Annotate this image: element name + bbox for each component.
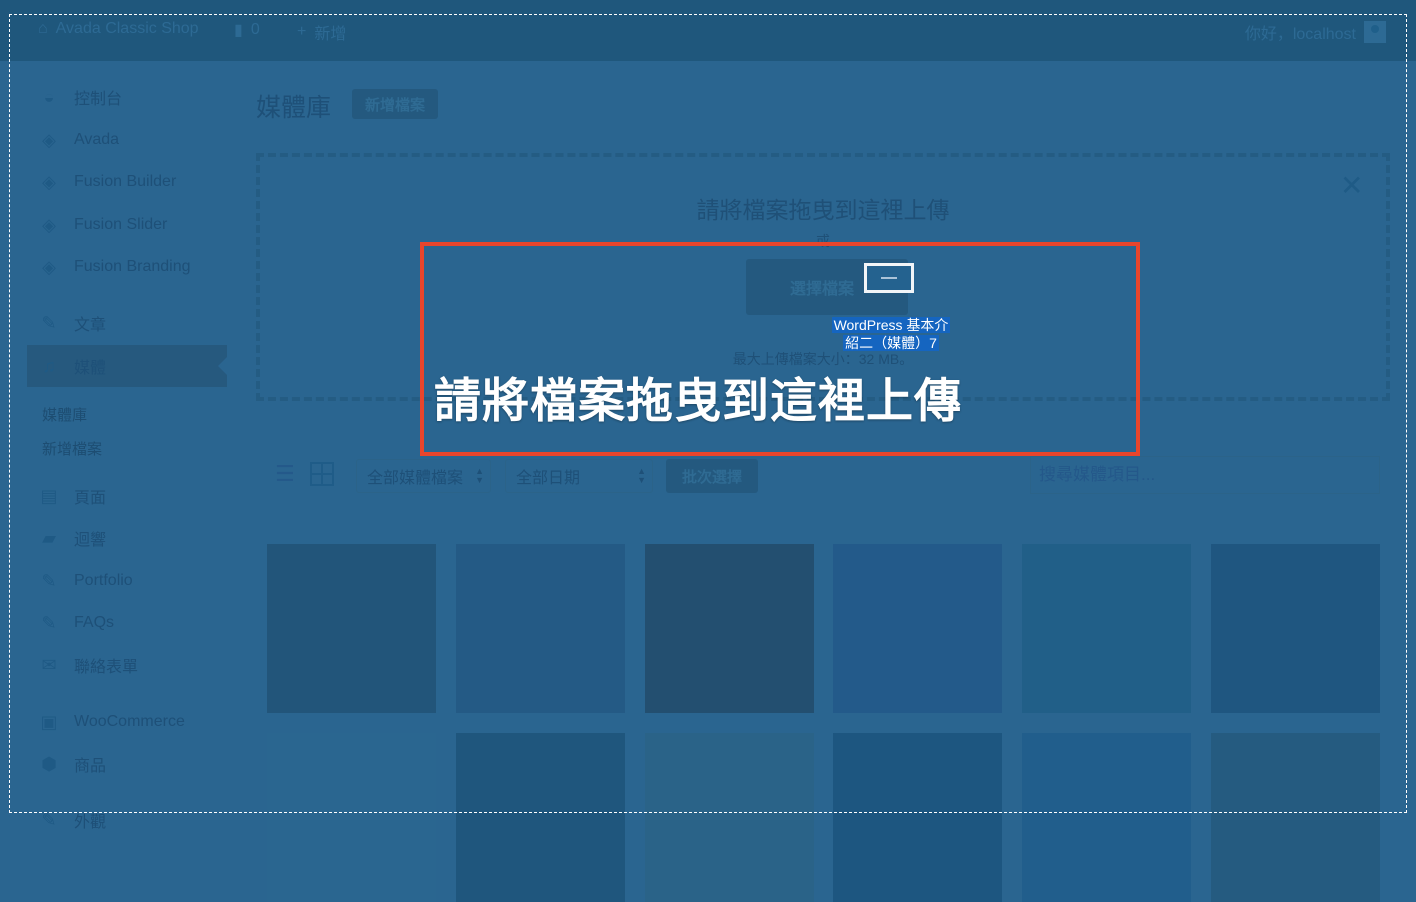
- sidebar-item-label: FAQs: [74, 614, 115, 631]
- sidebar-item-label: 文章: [74, 317, 107, 334]
- media-thumbnail[interactable]: [456, 544, 625, 713]
- pin-icon: ✎: [41, 312, 57, 333]
- comment-count: 0: [250, 21, 260, 38]
- woo-icon: ▣: [40, 711, 58, 732]
- submenu-media-library[interactable]: 媒體庫: [42, 404, 87, 425]
- home-icon: ⌂: [38, 20, 48, 37]
- new-content-link[interactable]: + 新增: [297, 20, 346, 44]
- sidebar-item-label: Portfolio: [74, 572, 133, 589]
- sidebar-item-label: Fusion Builder: [74, 173, 177, 190]
- greeting: 你好，localhost: [1244, 26, 1356, 43]
- sidebar-item-media[interactable]: ♫ 媒體: [38, 351, 106, 381]
- sidebar-item-contact[interactable]: ✉ 聯絡表單: [38, 650, 138, 680]
- sidebar-item-posts[interactable]: ✎ 文章: [38, 308, 106, 338]
- add-new-button[interactable]: 新增檔案: [352, 89, 438, 119]
- media-thumbnail[interactable]: [1211, 733, 1380, 902]
- page-title: 媒體庫: [256, 94, 332, 122]
- comments-link[interactable]: ▮ 0: [234, 20, 260, 40]
- site-link[interactable]: ⌂ Avada Classic Shop: [38, 20, 199, 38]
- sidebar-item-fusion-branding[interactable]: ◈ Fusion Branding: [38, 252, 191, 282]
- brush-icon: ✎: [41, 809, 57, 830]
- select-arrows-icon: ▲ ▼: [637, 466, 646, 485]
- media-thumbnail[interactable]: [1022, 733, 1191, 902]
- media-icon: ♫: [42, 355, 56, 376]
- sidebar-item-label: WooCommerce: [74, 713, 185, 730]
- admin-bar: ⌂ Avada Classic Shop ▮ 0 + 新增 你好，localho…: [0, 0, 1416, 61]
- sidebar-item-dashboard[interactable]: ◒ 控制台: [38, 82, 122, 112]
- media-thumbnail[interactable]: [645, 544, 814, 713]
- media-search-input[interactable]: [1030, 456, 1380, 494]
- comment-icon: ▮: [234, 22, 243, 39]
- pages-icon: ▤: [40, 485, 58, 506]
- box-icon: ⬢: [41, 753, 57, 774]
- bulk-select-button[interactable]: 批次選擇: [666, 459, 758, 493]
- avada-icon: ◈: [42, 171, 56, 192]
- submenu-add-new[interactable]: 新增檔案: [42, 438, 102, 459]
- media-thumbnail[interactable]: [267, 544, 436, 713]
- sidebar-item-label: 聯絡表單: [74, 659, 139, 676]
- avada-icon: ◈: [42, 214, 56, 235]
- date-filter[interactable]: 全部日期 ▲ ▼: [505, 459, 653, 493]
- overlay-caption: 請將檔案拖曳到這裡上傳: [434, 374, 962, 427]
- avada-icon: ◈: [42, 256, 56, 277]
- sidebar-item-faqs[interactable]: ✎ FAQs: [38, 608, 114, 638]
- sidebar-item-label: 媒體: [74, 360, 107, 377]
- media-thumbnail[interactable]: [1211, 544, 1380, 713]
- close-uploader-icon[interactable]: ✕: [1340, 172, 1363, 200]
- sidebar-item-avada[interactable]: ◈ Avada: [38, 125, 119, 155]
- pin-icon: ✎: [41, 612, 57, 633]
- sidebar-item-label: Fusion Branding: [74, 258, 191, 275]
- sidebar-item-label: 控制台: [74, 91, 123, 108]
- media-thumbnail[interactable]: [833, 544, 1002, 713]
- mail-icon: ✉: [41, 654, 57, 675]
- new-label: 新增: [314, 26, 347, 43]
- avatar: [1364, 21, 1386, 43]
- grid-view-icon[interactable]: [310, 462, 334, 486]
- media-thumbnail[interactable]: [1022, 544, 1191, 713]
- sidebar-item-woocommerce[interactable]: ▣ WooCommerce: [38, 707, 185, 737]
- avada-icon: ◈: [42, 129, 56, 150]
- media-thumbnail[interactable]: [645, 733, 814, 902]
- select-arrows-icon: ▲ ▼: [475, 466, 484, 485]
- media-type-filter-value: 全部媒體檔案: [367, 470, 464, 487]
- sidebar-item-portfolio[interactable]: ✎ Portfolio: [38, 566, 133, 596]
- sidebar-item-label: 頁面: [74, 490, 107, 507]
- sidebar-item-label: Avada: [74, 131, 120, 148]
- sidebar-item-products[interactable]: ⬢ 商品: [38, 749, 106, 779]
- dashboard-icon: ◒: [43, 86, 55, 107]
- account-menu[interactable]: 你好，localhost: [1245, 20, 1386, 44]
- media-thumbnail[interactable]: [833, 733, 1002, 902]
- sidebar-item-pages[interactable]: ▤ 頁面: [38, 481, 106, 511]
- sidebar-item-fusion-slider[interactable]: ◈ Fusion Slider: [38, 210, 167, 240]
- sidebar-item-label: 迴響: [74, 532, 107, 549]
- sidebar-item-label: 外觀: [74, 814, 107, 831]
- comment-icon: ▰: [42, 527, 56, 548]
- sidebar-item-label: 商品: [74, 758, 107, 775]
- list-view-icon[interactable]: ☰: [275, 462, 299, 486]
- sidebar-item-comments[interactable]: ▰ 迴響: [38, 523, 106, 553]
- site-name: Avada Classic Shop: [55, 20, 199, 37]
- plus-icon: +: [297, 23, 307, 40]
- sidebar-item-appearance[interactable]: ✎ 外觀: [38, 805, 106, 835]
- drop-instructions: 請將檔案拖曳到這裡上傳: [696, 197, 950, 223]
- media-thumbnail[interactable]: [456, 733, 625, 902]
- media-type-filter[interactable]: 全部媒體檔案 ▲ ▼: [356, 459, 491, 493]
- date-filter-value: 全部日期: [516, 470, 581, 487]
- media-thumbnail[interactable]: [267, 733, 436, 902]
- sidebar-item-fusion-builder[interactable]: ◈ Fusion Builder: [38, 167, 176, 197]
- pin-icon: ✎: [41, 570, 57, 591]
- sidebar-item-label: Fusion Slider: [74, 216, 168, 233]
